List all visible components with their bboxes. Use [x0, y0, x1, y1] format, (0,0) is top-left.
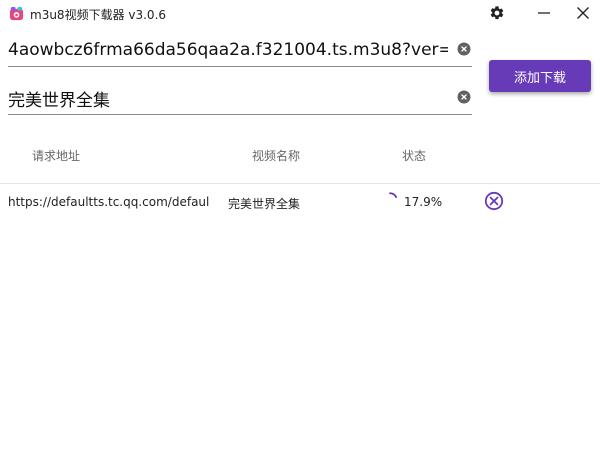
add-download-button[interactable]: 添加下载 [489, 60, 591, 92]
header-name: 视频名称 [252, 149, 301, 163]
video-name-input[interactable] [8, 84, 448, 112]
clear-name-icon[interactable] [457, 90, 471, 104]
remove-download-icon[interactable] [484, 191, 504, 211]
settings-button[interactable] [486, 3, 508, 23]
minimize-button[interactable] [533, 3, 555, 23]
row-url: https://defaultts.tc.qq.com/defaul [8, 195, 210, 209]
gear-icon [490, 6, 504, 20]
video-name-field [8, 82, 472, 115]
progress-spinner-icon [382, 192, 398, 208]
header-divider [0, 183, 600, 184]
close-icon [577, 7, 589, 19]
row-name: 完美世界全集 [228, 197, 301, 211]
close-window-button[interactable] [572, 3, 594, 23]
header-url: 请求地址 [32, 149, 81, 163]
clear-url-icon[interactable] [457, 42, 471, 56]
url-input[interactable] [8, 36, 448, 64]
url-field [8, 34, 472, 67]
table-header: 请求地址 视频名称 状态 [0, 140, 600, 172]
title-bar: m3u8视频下载器 v3.0.6 [0, 0, 600, 28]
app-icon [9, 6, 24, 21]
row-progress: 17.9% [404, 195, 443, 209]
minimize-icon [538, 12, 550, 14]
header-status: 状态 [402, 149, 427, 163]
table-row: https://defaultts.tc.qq.com/defaul 完美世界全… [0, 186, 600, 218]
app-title: m3u8视频下载器 v3.0.6 [30, 8, 167, 22]
